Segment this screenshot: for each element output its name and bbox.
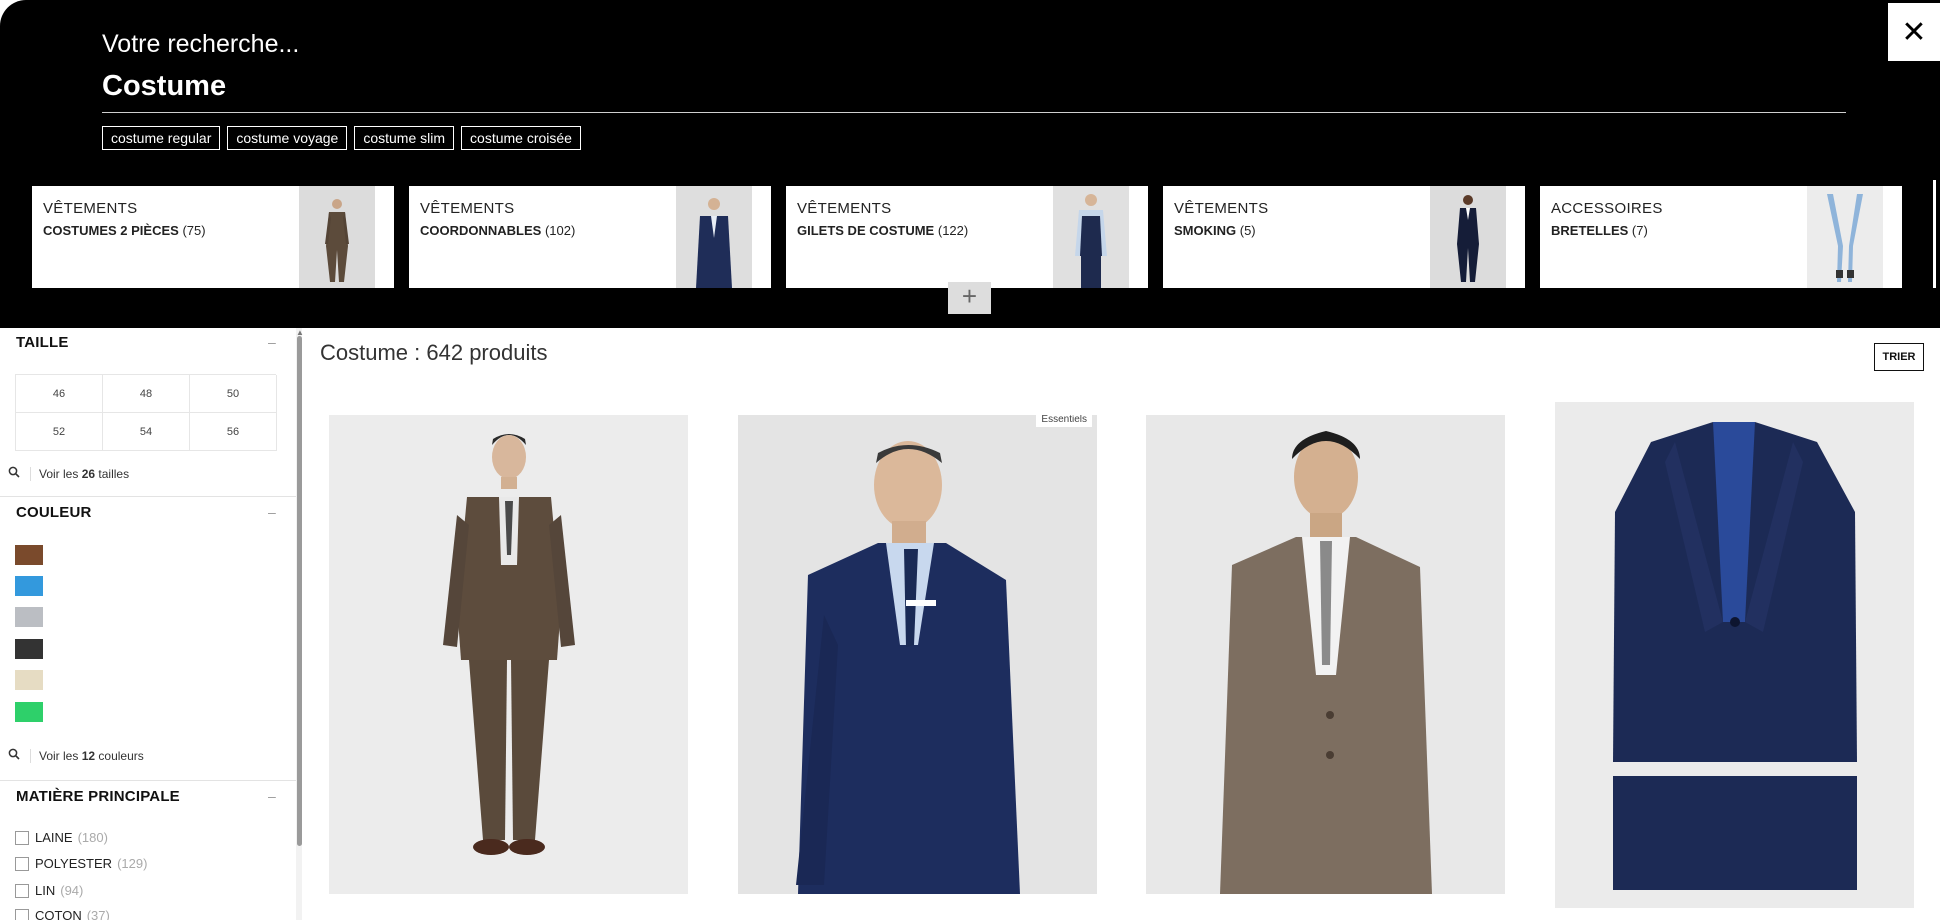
material-label: LIN [35, 883, 56, 898]
see-more-count: 12 [81, 748, 96, 763]
category-card-costumes-2-pieces[interactable]: VÊTEMENTS COSTUMES 2 PIÈCES (75) [32, 186, 394, 288]
see-all-sizes-link[interactable]: Voir les 26 tailles [8, 466, 129, 481]
material-option-polyester[interactable]: POLYESTER (129) [15, 856, 147, 871]
product-image [329, 415, 688, 894]
collapse-material-icon[interactable]: – [268, 788, 276, 804]
category-name: SMOKING (5) [1174, 223, 1256, 238]
search-icon [8, 466, 26, 481]
material-label: POLYESTER [35, 856, 113, 871]
divider [0, 496, 296, 497]
product-image [738, 415, 1097, 894]
category-card-bretelles[interactable]: ACCESSOIRES BRETELLES (7) [1540, 186, 1902, 288]
product-image [1146, 415, 1505, 894]
search-input[interactable]: Costume [102, 70, 226, 103]
filter-title-material[interactable]: MATIÈRE PRINCIPALE [16, 788, 180, 805]
category-carousel: VÊTEMENTS COSTUMES 2 PIÈCES (75) VÊTEMEN… [32, 186, 1917, 289]
filter-sidebar: TAILLE – 46 48 50 52 54 56 Voir les 26 t… [0, 328, 296, 920]
category-group: VÊTEMENTS [420, 200, 515, 217]
search-underline [102, 112, 1846, 113]
search-panel: Votre recherche... Costume costume regul… [0, 0, 1940, 328]
see-all-colors-link[interactable]: Voir les 12 couleurs [8, 748, 144, 763]
category-thumbnail [1807, 186, 1883, 288]
category-card-gilets-de-costume[interactable]: VÊTEMENTS GILETS DE COSTUME (122) [786, 186, 1148, 288]
material-count: (180) [77, 830, 108, 845]
product-card[interactable] [1146, 415, 1505, 894]
carousel-edge [1933, 180, 1936, 288]
size-grid: 46 48 50 52 54 56 [15, 374, 277, 451]
category-card-coordonnables[interactable]: VÊTEMENTS COORDONNABLES (102) [409, 186, 771, 288]
collapse-color-icon[interactable]: – [268, 504, 276, 520]
color-swatch-beige[interactable] [15, 670, 43, 690]
search-icon [8, 748, 26, 763]
material-count: (94) [60, 883, 84, 898]
suggestion-chip[interactable]: costume regular [102, 126, 221, 150]
product-card[interactable] [1555, 402, 1914, 908]
color-swatch-brown[interactable] [15, 545, 43, 565]
checkbox[interactable] [15, 856, 29, 871]
see-more-prefix: Voir les [39, 748, 79, 763]
see-more-suffix: tailles [98, 466, 130, 481]
filter-title-size[interactable]: TAILLE [16, 334, 69, 351]
category-thumbnail [1430, 186, 1506, 288]
size-option[interactable]: 56 [190, 413, 277, 451]
suggestion-chip[interactable]: costume voyage [227, 126, 348, 150]
material-option-laine[interactable]: LAINE (180) [15, 830, 108, 845]
suggestion-chip[interactable]: costume slim [354, 126, 455, 150]
sort-button[interactable]: TRIER [1874, 343, 1924, 371]
separator [30, 748, 31, 763]
material-label: COTON [35, 908, 82, 920]
see-more-prefix: Voir les [39, 466, 79, 481]
collapse-size-icon[interactable]: – [268, 334, 276, 350]
color-swatch-black[interactable] [15, 639, 43, 659]
color-swatch-blue[interactable] [15, 576, 43, 596]
color-swatch-green[interactable] [15, 702, 43, 722]
filter-title-color[interactable]: COULEUR [16, 504, 92, 521]
category-thumbnail [1053, 186, 1129, 288]
category-group: VÊTEMENTS [43, 200, 138, 217]
material-option-coton[interactable]: COTON (37) [15, 908, 110, 920]
sidebar-scrollbar-thumb[interactable] [297, 336, 302, 846]
category-thumbnail [299, 186, 375, 288]
expand-categories-button[interactable]: + [948, 282, 991, 314]
material-count: (129) [117, 856, 148, 871]
see-more-suffix: couleurs [98, 748, 144, 763]
material-label: LAINE [35, 830, 73, 845]
category-name: COSTUMES 2 PIÈCES (75) [43, 223, 206, 238]
suggestion-chip[interactable]: costume croisée [461, 126, 581, 150]
category-name: BRETELLES (7) [1551, 223, 1648, 238]
color-swatch-grey[interactable] [15, 607, 43, 627]
category-thumbnail [676, 186, 752, 288]
category-group: VÊTEMENTS [1174, 200, 1269, 217]
checkbox[interactable] [15, 830, 29, 845]
size-option[interactable]: 50 [190, 375, 277, 413]
close-icon: ✕ [1901, 15, 1927, 49]
category-group: ACCESSOIRES [1551, 200, 1663, 217]
size-option[interactable]: 46 [16, 375, 103, 413]
product-card[interactable]: Essentiels [738, 415, 1097, 894]
product-card[interactable] [329, 415, 688, 894]
product-image [1555, 402, 1914, 908]
see-more-count: 26 [81, 466, 96, 481]
material-option-lin[interactable]: LIN (94) [15, 883, 83, 898]
material-count: (37) [86, 908, 110, 920]
search-prompt: Votre recherche... [102, 30, 300, 58]
product-badge: Essentiels [1036, 415, 1092, 427]
checkbox[interactable] [15, 883, 29, 898]
category-group: VÊTEMENTS [797, 200, 892, 217]
size-option[interactable]: 48 [103, 375, 190, 413]
checkbox[interactable] [15, 908, 29, 920]
category-name: GILETS DE COSTUME (122) [797, 223, 969, 238]
close-search-button[interactable]: ✕ [1888, 3, 1940, 61]
search-suggestions: costume regular costume voyage costume s… [102, 126, 581, 150]
divider [0, 780, 296, 781]
size-option[interactable]: 52 [16, 413, 103, 451]
separator [30, 466, 31, 481]
category-name: COORDONNABLES (102) [420, 223, 576, 238]
category-card-smoking[interactable]: VÊTEMENTS SMOKING (5) [1163, 186, 1525, 288]
size-option[interactable]: 54 [103, 413, 190, 451]
results-title: Costume : 642 produits [320, 340, 548, 365]
